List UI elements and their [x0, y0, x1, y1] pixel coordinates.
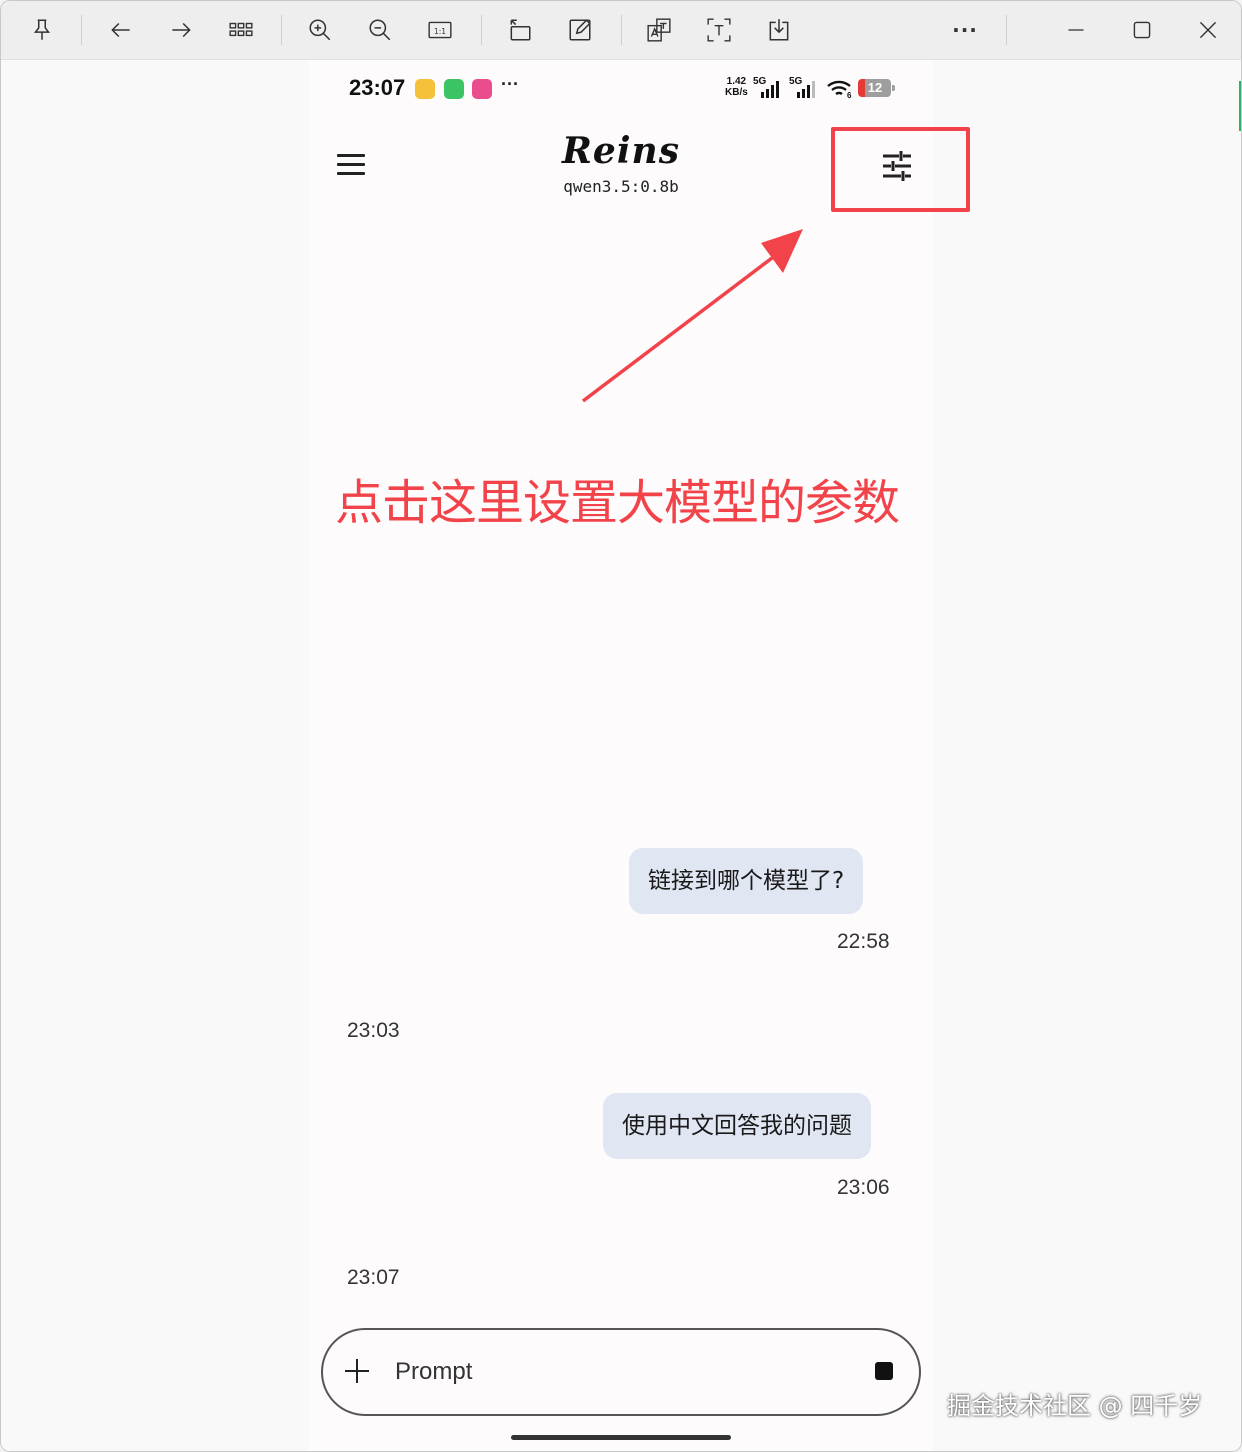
arrow-right-icon[interactable]: [164, 13, 198, 47]
message-timestamp: 22:58: [837, 930, 890, 953]
svg-text:6: 6: [847, 91, 852, 98]
stop-icon[interactable]: [875, 1362, 893, 1380]
prompt-input[interactable]: [395, 1352, 815, 1392]
network-speed: 1.42 KB/s: [725, 76, 748, 98]
save-icon[interactable]: [762, 13, 796, 47]
annotation-arrow-icon: [581, 229, 803, 403]
wifi-icon: 6: [827, 80, 852, 98]
zoom-out-icon[interactable]: [363, 13, 397, 47]
message-timestamp: 23:06: [837, 1176, 890, 1199]
minimize-icon[interactable]: [1059, 13, 1093, 47]
grid-icon[interactable]: [224, 13, 258, 47]
user-message-bubble: 使用中文回答我的问题: [603, 1093, 871, 1159]
actual-size-icon[interactable]: 1:1: [423, 13, 457, 47]
rotate-icon[interactable]: [503, 13, 537, 47]
message-timestamp: 23:07: [347, 1266, 400, 1289]
translate-icon[interactable]: [642, 13, 676, 47]
weibo-app-icon: [415, 79, 435, 99]
more-icon[interactable]: ···: [948, 13, 982, 47]
prompt-composer: [321, 1328, 921, 1416]
user-message-bubble: 链接到哪个模型了?: [629, 848, 864, 914]
zoom-in-icon[interactable]: [303, 13, 337, 47]
arrow-left-icon[interactable]: [104, 13, 138, 47]
edit-icon[interactable]: [563, 13, 597, 47]
viewer-toolbar: 1:1 ···: [1, 1, 1241, 60]
pin-icon[interactable]: [25, 13, 59, 47]
battery-icon: 12: [858, 79, 895, 97]
signal-2-icon: [797, 81, 815, 98]
annotation-highlight-box: [831, 127, 970, 212]
maximize-icon[interactable]: [1125, 13, 1159, 47]
signal-1-icon: [761, 81, 779, 98]
watermark: 掘金技术社区 @ 四千岁: [947, 1392, 1203, 1420]
status-more-icon: ···: [501, 74, 519, 94]
gesture-navigation-bar[interactable]: [511, 1435, 731, 1440]
plus-icon[interactable]: [345, 1358, 371, 1384]
edge-indicator: [1239, 81, 1241, 131]
annotation-text: 点击这里设置大模型的参数: [335, 475, 900, 531]
svg-text:1:1: 1:1: [434, 27, 446, 36]
close-icon[interactable]: [1191, 13, 1225, 47]
image-viewer-window: 1:1 ··· 23:07 ··· 1.42 KB/s 5G 5G 6 12 R…: [0, 0, 1242, 1452]
check-app-icon: [444, 79, 464, 99]
message-timestamp: 23:03: [347, 1019, 400, 1042]
status-time: 23:07: [349, 75, 406, 100]
bilibili-app-icon: [472, 79, 492, 99]
text-recognition-icon[interactable]: [702, 13, 736, 47]
